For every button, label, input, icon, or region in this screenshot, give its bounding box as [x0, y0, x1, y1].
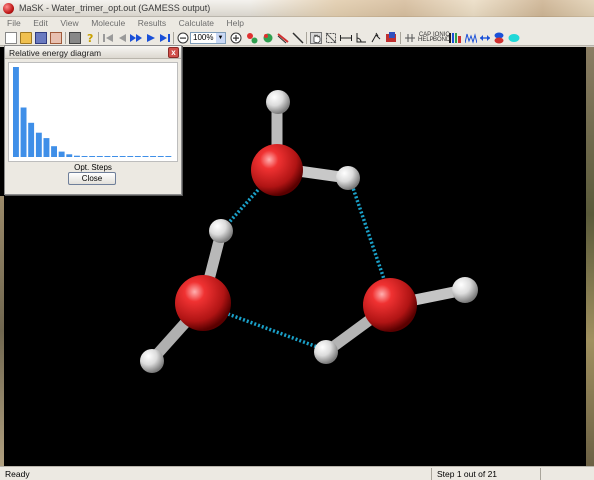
surface-icon[interactable] [508, 32, 520, 44]
menu-molecule[interactable]: Molecule [91, 17, 125, 30]
measure-angle-icon[interactable] [355, 32, 367, 44]
energy-chart-svg [13, 67, 172, 157]
previous-step-icon[interactable] [116, 32, 128, 44]
dialog-title: Relative energy diagram [9, 48, 102, 58]
application-window: MaSK - Water_trimer_opt.out (GAMESS outp… [0, 0, 594, 480]
close-button[interactable]: Close [68, 172, 116, 185]
zoom-value: 100% [193, 33, 214, 42]
hydrogen-bond [227, 312, 321, 350]
zoom-in-icon[interactable] [230, 32, 242, 44]
first-step-icon[interactable] [102, 32, 114, 44]
window-title: MaSK - Water_trimer_opt.out (GAMESS outp… [19, 3, 211, 13]
title-bar: MaSK - Water_trimer_opt.out (GAMESS outp… [0, 0, 594, 17]
hydrogen-bond [350, 184, 388, 286]
hydrogen-atom[interactable] [336, 166, 360, 190]
menu-calculate[interactable]: Calculate [179, 17, 214, 30]
energy-bar [20, 107, 27, 157]
dihedral-icon[interactable] [370, 32, 382, 44]
open-folder-icon[interactable] [20, 32, 32, 44]
ball-and-stick-icon[interactable] [246, 32, 258, 44]
desktop-background-fragment [586, 47, 594, 466]
hydrogen-atom[interactable] [266, 90, 290, 114]
energy-bar [43, 138, 50, 157]
last-step-icon[interactable] [159, 32, 171, 44]
toolbar: ? 100% ▼ CAP HELP IONIC BOND [0, 30, 594, 46]
oxygen-atom[interactable] [175, 275, 231, 331]
energy-bar [74, 155, 80, 157]
energy-levels-icon[interactable] [449, 32, 461, 44]
hydrogen-atom[interactable] [140, 349, 164, 373]
print-icon[interactable] [69, 32, 81, 44]
oxygen-atom[interactable] [363, 278, 417, 332]
status-text: Ready [5, 469, 30, 479]
color-atoms-icon[interactable] [385, 32, 397, 44]
status-divider [431, 468, 432, 480]
menu-edit[interactable]: Edit [33, 17, 48, 30]
hydrogen-atom[interactable] [452, 277, 478, 303]
relative-energy-dialog: Relative energy diagram x Opt. Steps Clo… [4, 45, 182, 195]
line-tool-icon[interactable] [292, 32, 304, 44]
hydrogen-atom[interactable] [314, 340, 338, 364]
menu-file[interactable]: File [7, 17, 21, 30]
menu-view[interactable]: View [60, 17, 78, 30]
cap-help-label[interactable]: CAP HELP [418, 32, 434, 43]
toolbar-separator [98, 32, 99, 44]
next-step-icon[interactable] [145, 32, 157, 44]
energy-bar [35, 132, 42, 157]
ionic-bond-label[interactable]: IONIC BOND [433, 32, 450, 43]
new-file-icon[interactable] [5, 32, 17, 44]
toolbar-separator [173, 32, 174, 44]
energy-bar [51, 146, 57, 157]
orbital-icon[interactable] [493, 32, 505, 44]
desktop-background-fragment [0, 196, 4, 466]
toolbar-separator [306, 32, 307, 44]
energy-chart [8, 62, 178, 162]
spectrum-icon[interactable] [464, 32, 478, 44]
step-indicator: Step 1 out of 21 [437, 469, 498, 479]
energy-bar [58, 151, 65, 157]
bond-icon[interactable] [277, 32, 289, 44]
swap-arrows-icon[interactable] [479, 32, 491, 44]
energy-bar [66, 154, 73, 157]
rotate-hand-icon[interactable] [310, 32, 322, 44]
chart-x-label: Opt. Steps [74, 163, 112, 172]
menu-bar: File Edit View Molecule Results Calculat… [0, 17, 594, 30]
dialog-title-bar[interactable]: Relative energy diagram x [5, 46, 181, 59]
fragment-icon[interactable] [404, 32, 416, 44]
toolbar-separator [65, 32, 66, 44]
zoom-out-icon[interactable] [177, 32, 189, 44]
select-box-icon[interactable] [325, 32, 337, 44]
export-icon[interactable] [50, 32, 62, 44]
toolbar-separator [400, 32, 401, 44]
hydrogen-atom[interactable] [209, 219, 233, 243]
zoom-select[interactable]: 100% ▼ [190, 32, 226, 44]
energy-bar [28, 122, 35, 157]
energy-bar [13, 67, 19, 157]
app-icon [3, 3, 14, 14]
add-atom-icon[interactable] [262, 32, 274, 44]
menu-results[interactable]: Results [138, 17, 166, 30]
oxygen-atom[interactable] [251, 144, 303, 196]
menu-help[interactable]: Help [227, 17, 244, 30]
status-bar: Ready Step 1 out of 21 [0, 466, 594, 480]
chevron-down-icon[interactable]: ▼ [216, 33, 225, 43]
desktop-background-fragment [250, 0, 594, 17]
svg-text:?: ? [87, 32, 93, 44]
close-icon[interactable]: x [168, 47, 179, 58]
help-icon[interactable]: ? [84, 32, 96, 45]
save-icon[interactable] [35, 32, 47, 44]
measure-distance-icon[interactable] [340, 32, 352, 44]
status-divider [540, 468, 541, 480]
fast-forward-icon[interactable] [130, 32, 142, 44]
